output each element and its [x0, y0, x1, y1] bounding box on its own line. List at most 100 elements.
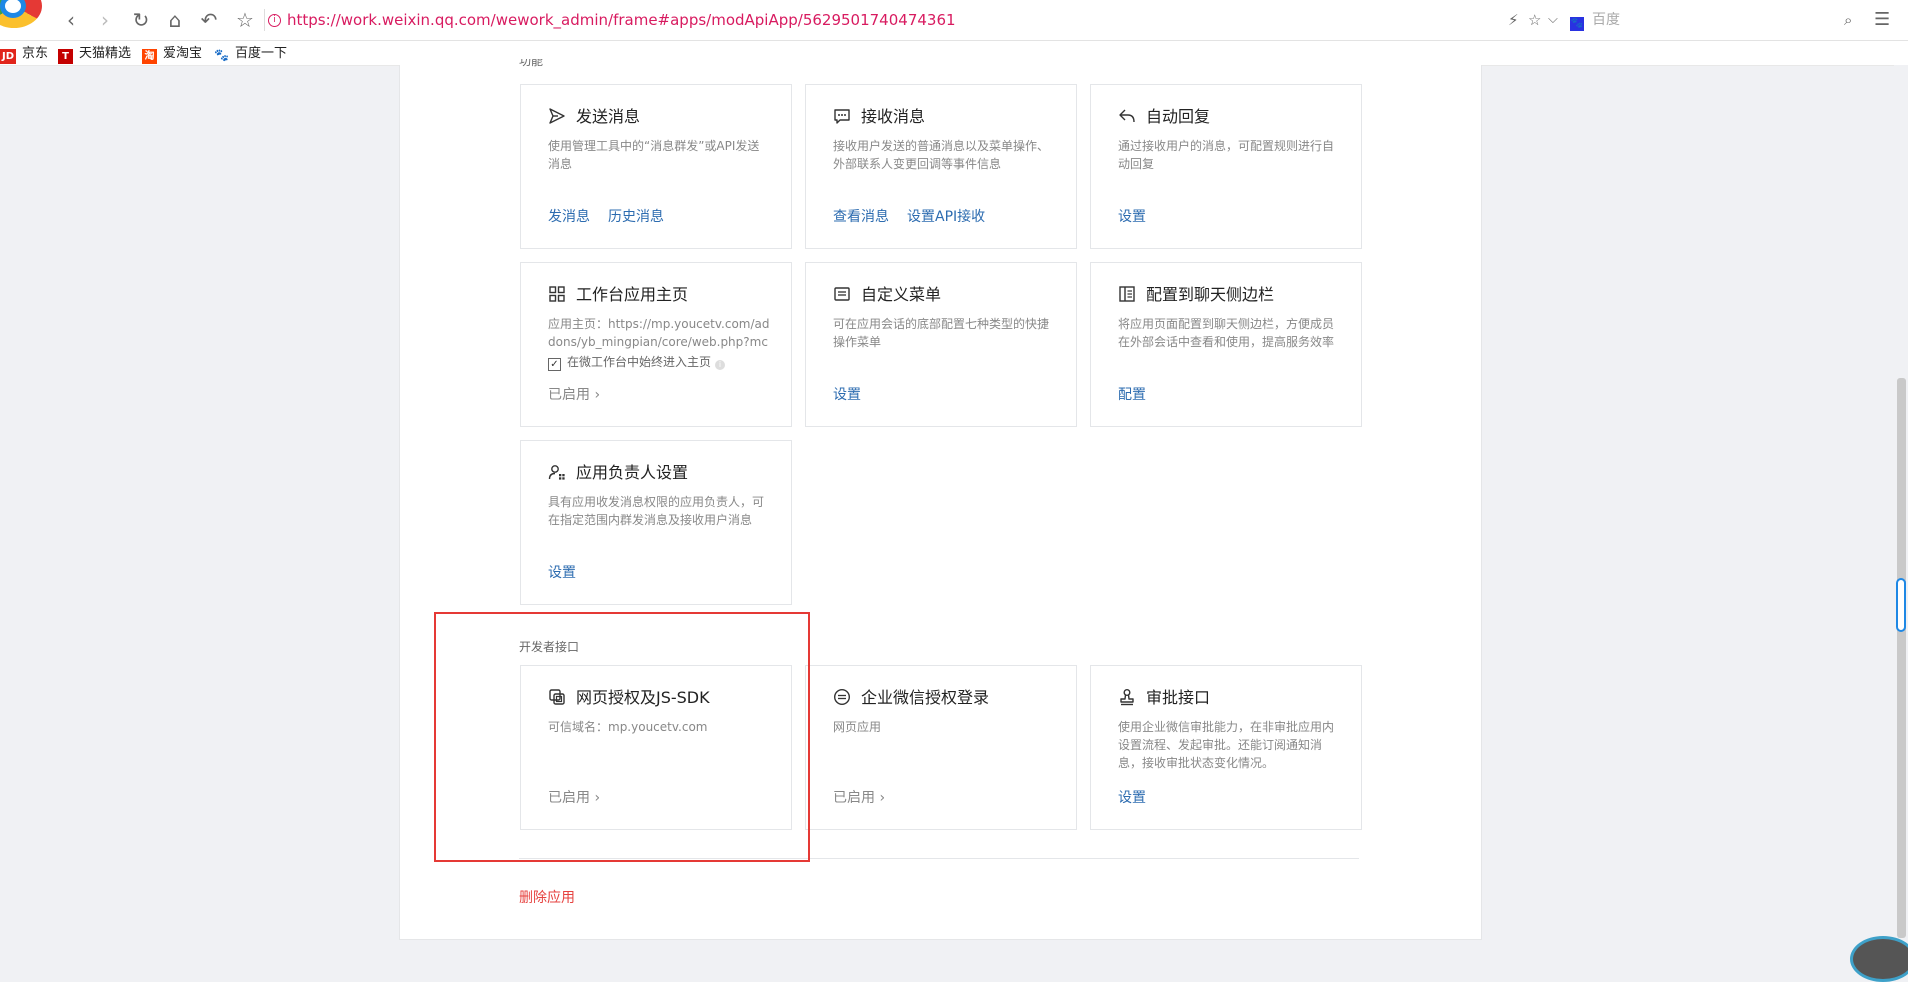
card-actions: 查看消息 设置API接收 — [833, 208, 1003, 226]
section-label-features: 功能 — [519, 59, 544, 67]
floating-widget-icon[interactable] — [1850, 936, 1908, 982]
page-scrollbar[interactable] — [1894, 65, 1908, 950]
menu-icon[interactable]: ☰ — [1874, 6, 1890, 34]
taobao-icon: 淘 — [142, 49, 157, 64]
bookmark-label: 百度一下 — [235, 46, 288, 61]
card-description: 使用管理工具中的“消息群发”或API发送消息 — [548, 139, 760, 171]
always-enter-homepage-checkbox[interactable]: ✓ — [548, 358, 561, 371]
card-app-owner: 应用负责人设置 具有应用收发消息权限的应用负责人，可在指定范围内群发消息及接收用… — [520, 440, 792, 605]
status-text: 已启用 — [833, 790, 875, 806]
card-send-message: 发送消息 使用管理工具中的“消息群发”或API发送消息 发消息 历史消息 — [520, 84, 792, 249]
card-title: 工作台应用主页 — [576, 285, 689, 304]
reload-icon[interactable]: ↻ — [128, 7, 154, 33]
card-description: 通过接收用户的消息，可配置规则进行自动回复 — [1118, 139, 1335, 171]
bookmark-baidu[interactable]: 🐾 百度一下 — [214, 45, 287, 63]
card-actions: 配置 — [1118, 386, 1164, 404]
card-actions: 已启用 › — [833, 789, 885, 807]
card-title: 网页授权及JS-SDK — [576, 688, 710, 707]
custom-menu-settings-link[interactable]: 设置 — [833, 387, 861, 403]
home-icon[interactable]: ⌂ — [162, 7, 188, 33]
sidebar-configure-link[interactable]: 配置 — [1118, 387, 1146, 403]
dropdown-chevron-icon[interactable]: ⌵ — [1548, 6, 1558, 34]
bottom-divider — [519, 858, 1359, 859]
history-message-link[interactable]: 历史消息 — [608, 209, 664, 225]
search-icon[interactable]: ⌕ — [1844, 6, 1852, 34]
bookmark-star-icon[interactable]: ☆ — [1528, 6, 1541, 34]
copy-link-icon — [549, 689, 565, 705]
site-info-icon[interactable]: i — [268, 14, 281, 27]
bookmark-label: 天猫精选 — [79, 46, 132, 61]
search-placeholder: 百度 — [1592, 12, 1620, 28]
homepage-url-text: 应用主页：https://mp.youcetv.com/addons/yb_mi… — [548, 317, 770, 349]
help-info-icon[interactable]: i — [715, 360, 726, 370]
favorite-star-icon[interactable]: ☆ — [232, 7, 258, 33]
bookmark-tmall[interactable]: T 天猫精选 — [58, 45, 132, 64]
browser-toolbar: ‹ › ↻ ⌂ ↶ ☆ i https://work.weixin.qq.com/… — [0, 0, 1908, 41]
bookmark-jd[interactable]: JD 京东 — [0, 45, 49, 64]
homepage-status-link[interactable]: 已启用 › — [548, 387, 600, 403]
send-message-link[interactable]: 发消息 — [548, 209, 590, 225]
card-title-row: 自动回复 — [1118, 107, 1210, 127]
set-api-receive-link[interactable]: 设置API接收 — [907, 209, 985, 225]
wxlogin-status-link[interactable]: 已启用 › — [833, 790, 885, 806]
lightning-icon[interactable]: ⚡ — [1508, 6, 1519, 34]
address-url: https://work.weixin.qq.com/wework_admin/… — [287, 11, 956, 29]
card-actions: 设置 — [548, 564, 594, 582]
card-description: 可在应用会话的底部配置七种类型的快捷操作菜单 — [833, 317, 1050, 349]
baidu-logo-icon: 🐾 — [1570, 17, 1584, 31]
address-bar[interactable]: i https://work.weixin.qq.com/wework_admin… — [268, 6, 1468, 34]
always-enter-homepage-row: ✓ 在微工作台中始终进入主页 i — [548, 353, 770, 371]
forward-icon[interactable]: › — [92, 7, 118, 33]
card-custom-menu: 自定义菜单 可在应用会话的底部配置七种类型的快捷操作菜单 设置 — [805, 262, 1077, 427]
card-auto-reply: 自动回复 通过接收用户的消息，可配置规则进行自动回复 设置 — [1090, 84, 1362, 249]
card-title-row: 自定义菜单 — [833, 285, 941, 305]
card-receive-message: 接收消息 接收用户发送的普通消息以及菜单操作、外部联系人变更回调等事件信息 查看… — [805, 84, 1077, 249]
checkbox-label: 在微工作台中始终进入主页 — [567, 355, 712, 369]
chevron-right-icon: › — [879, 790, 886, 806]
bookmarks-bar: JD 京东 T 天猫精选 淘爱淘宝 🐾 百度一下 — [0, 41, 1908, 66]
card-web-auth-jssdk: 网页授权及JS-SDK 可信域名：mp.youcetv.com 已启用 › — [520, 665, 792, 830]
card-description: 可信域名：mp.youcetv.com — [548, 720, 708, 734]
scroll-thumb[interactable] — [1897, 378, 1906, 938]
app-detail-panel: 功能 发送消息 使用管理工具中的“消息群发”或API发送消息 发消息 历史消息 接… — [399, 59, 1482, 940]
chat-bubble-icon — [834, 109, 850, 124]
card-title: 自定义菜单 — [861, 285, 942, 304]
login-circle-icon — [833, 688, 851, 706]
jd-icon: JD — [0, 49, 16, 64]
chevron-right-icon: › — [594, 387, 601, 403]
card-actions: 设置 — [1118, 208, 1164, 226]
delete-app-link[interactable]: 删除应用 — [519, 887, 575, 907]
jssdk-status-link[interactable]: 已启用 › — [548, 790, 600, 806]
approval-settings-link[interactable]: 设置 — [1118, 790, 1146, 806]
tmall-icon: T — [58, 49, 73, 64]
card-actions: 设置 — [1118, 789, 1164, 807]
view-messages-link[interactable]: 查看消息 — [833, 209, 889, 225]
side-drag-handle[interactable] — [1896, 578, 1906, 632]
section-label-developer: 开发者接口 — [519, 640, 580, 654]
send-icon — [549, 108, 565, 124]
search-box[interactable]: 🐾 百度 — [1570, 6, 1870, 34]
auto-reply-settings-link[interactable]: 设置 — [1118, 209, 1146, 225]
back-icon[interactable]: ‹ — [58, 7, 84, 33]
card-title-row: 企业微信授权登录 — [833, 688, 989, 708]
chevron-right-icon: › — [594, 790, 601, 806]
card-title: 应用负责人设置 — [576, 463, 689, 482]
bookmark-label: 爱淘宝 — [163, 46, 203, 61]
menu-list-icon — [834, 287, 850, 301]
bookmark-label: 京东 — [22, 46, 49, 61]
card-title-row: 网页授权及JS-SDK — [548, 688, 710, 708]
card-description: 将应用页面配置到聊天侧边栏，方便成员在外部会话中查看和使用，提高服务效率 — [1118, 317, 1335, 349]
card-title: 审批接口 — [1146, 688, 1211, 707]
card-description: 接收用户发送的普通消息以及菜单操作、外部联系人变更回调等事件信息 — [833, 139, 1050, 171]
undo-icon[interactable]: ↶ — [196, 7, 222, 33]
card-description: 具有应用收发消息权限的应用负责人，可在指定范围内群发消息及接收用户消息 — [548, 495, 765, 527]
card-title-row: 接收消息 — [833, 107, 925, 127]
owner-settings-link[interactable]: 设置 — [548, 565, 576, 581]
card-actions: 已启用 › — [548, 386, 600, 404]
browser-logo-icon — [0, 0, 42, 28]
bookmark-aitaobao[interactable]: 淘爱淘宝 — [142, 45, 203, 64]
card-title: 自动回复 — [1146, 107, 1211, 126]
card-actions: 发消息 历史消息 — [548, 208, 682, 226]
stamp-icon — [1120, 689, 1134, 706]
grid-icon — [549, 286, 565, 302]
